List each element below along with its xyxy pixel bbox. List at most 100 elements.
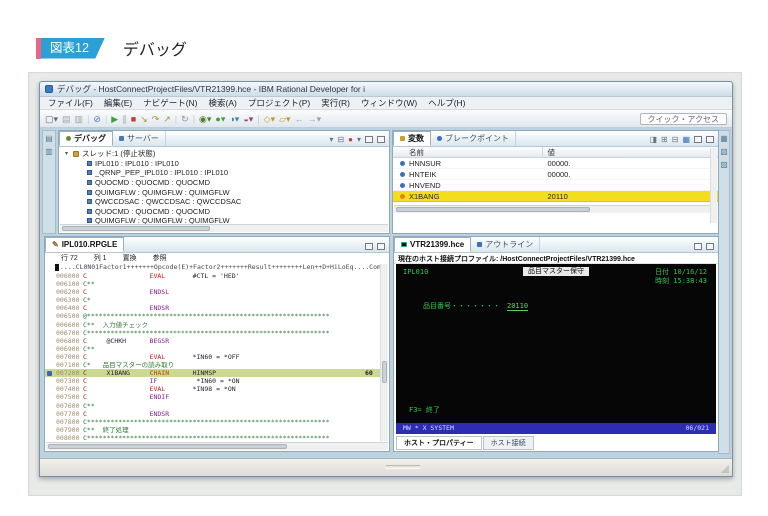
toolbar-separator[interactable]: | — [193, 111, 195, 127]
open-resource-button[interactable]: ▱▾ — [279, 111, 290, 127]
editor-line[interactable]: 006100 C** — [45, 280, 380, 288]
open-perspective-button[interactable]: ▦ — [720, 134, 728, 144]
variable-row[interactable]: HNVEND — [393, 180, 718, 191]
breakpoint-gutter[interactable] — [45, 434, 54, 442]
external-tools-menu-button[interactable]: ◑▾ — [229, 111, 239, 127]
expand-icon[interactable]: ▾ — [63, 150, 70, 157]
editor-line[interactable]: 006400 C ENDSR — [45, 304, 380, 312]
item-number-field[interactable]: 20110 — [507, 302, 528, 311]
terminate-button[interactable]: ■ — [131, 111, 136, 127]
terminate-all-button[interactable]: ● — [348, 135, 353, 144]
breakpoint-gutter[interactable] — [45, 361, 54, 369]
maximize-view-button[interactable] — [377, 136, 385, 143]
variable-row[interactable]: HNTEIK 00000. — [393, 169, 718, 180]
editor-line[interactable]: 007100 C* 品目マスターの読み取り — [45, 361, 380, 369]
tab-debug[interactable]: デバッグ — [59, 131, 113, 146]
breakpoint-gutter[interactable] — [45, 418, 54, 426]
stack-frame-row[interactable]: QUOCMD : QUOCMD : QUOCMD — [63, 207, 389, 217]
show-logical-structure-button[interactable]: ⊞ — [661, 135, 668, 144]
editor-line[interactable]: 007700 C ENDSR — [45, 410, 380, 418]
editor-line[interactable]: 006500 @********************************… — [45, 312, 380, 320]
editor-line[interactable]: 007200 C X1BANG CHAIN HINMSP 60 — [45, 369, 380, 377]
editor-line[interactable]: 007000 C EVAL *IN60 = *OFF — [45, 353, 380, 361]
view-menu-button[interactable]: ▾ — [357, 135, 361, 144]
toolbar-separator[interactable]: | — [105, 111, 107, 127]
breakpoint-gutter[interactable] — [45, 385, 54, 393]
editor-line[interactable]: 006600 C** 入力値チェック — [45, 321, 380, 329]
maximize-view-button[interactable] — [377, 243, 385, 250]
breakpoint-gutter[interactable] — [45, 321, 54, 329]
menu-item[interactable]: ヘルプ(H) — [428, 97, 465, 109]
host-bottom-tab[interactable]: ホスト・プロパティー — [396, 436, 482, 450]
editor-line[interactable]: 006200 C ENDSL — [45, 288, 380, 296]
menu-item[interactable]: ウィンドウ(W) — [361, 97, 417, 109]
editor-line[interactable]: 006800 C @CHKH BEGSR — [45, 337, 380, 345]
variables-horizontal-scrollbar[interactable] — [394, 205, 717, 213]
save-button[interactable]: ▤ — [62, 111, 71, 127]
print-button[interactable]: ▥ — [75, 111, 84, 127]
show-type-names-button[interactable]: ◨ — [649, 135, 657, 144]
coverage-menu-button[interactable]: ◒▾ — [243, 111, 253, 127]
collapse-all-button[interactable]: ⊟ — [337, 135, 344, 144]
stack-frame-row[interactable]: IPL010 : IPL010 : IPL010 — [63, 159, 389, 169]
editor-line[interactable]: 007800 C********************************… — [45, 418, 380, 426]
stack-frame-row[interactable]: QUIMGFLW : QUIMGFLW : QUIMGFLW — [63, 187, 389, 197]
breakpoint-gutter[interactable] — [45, 280, 54, 288]
restore-outline-view-button[interactable]: ▧ — [720, 147, 728, 157]
stack-frame-row[interactable]: QWCCDSAC : QWCCDSAC : QWCCDSAC — [63, 197, 389, 207]
editor-line[interactable]: 006700 C********************************… — [45, 329, 380, 337]
collapse-all-button[interactable]: ⊟ — [672, 135, 679, 144]
title-bar[interactable]: デバッグ - HostConnectProjectFiles/VTR21399.… — [40, 82, 732, 97]
quick-access-button[interactable]: クイック・アクセス — [640, 113, 727, 125]
breakpoint-gutter[interactable] — [45, 288, 54, 296]
stack-frame-row[interactable]: QUOCMD : QUOCMD : QUOCMD — [63, 178, 389, 188]
menu-item[interactable]: ファイル(F) — [48, 97, 93, 109]
suspend-button[interactable]: ∥ — [122, 111, 127, 127]
breakpoint-gutter[interactable] — [45, 272, 54, 280]
step-return-button[interactable]: ↗ — [163, 111, 171, 127]
variable-row[interactable]: X1BANG 20110 — [393, 191, 718, 202]
breakpoint-gutter[interactable] — [45, 353, 54, 361]
column-value[interactable]: 値 — [543, 147, 556, 158]
editor-vertical-scrollbar[interactable] — [380, 264, 388, 441]
restore-debug-view-button[interactable]: ▤ — [45, 134, 53, 144]
menu-item[interactable]: 編集(E) — [104, 97, 132, 109]
tab-servers[interactable]: サーバー — [113, 131, 166, 146]
editor-line[interactable]: 007300 C IF *IN60 = *ON — [45, 377, 380, 385]
breakpoint-gutter[interactable] — [45, 329, 54, 337]
breakpoint-gutter[interactable] — [45, 369, 54, 377]
editor-line[interactable]: 008000 C********************************… — [45, 434, 380, 442]
thread-row[interactable]: ▾ スレッド:1 (停止状態) — [63, 149, 389, 159]
open-type-button[interactable]: ◇▾ — [264, 111, 275, 127]
stack-frame-row[interactable]: _QRNP_PEP_IPL010 : IPL010 : IPL010 — [63, 168, 389, 178]
debug-horizontal-scrollbar[interactable] — [60, 224, 388, 232]
breakpoint-gutter[interactable] — [45, 296, 54, 304]
tab-outline[interactable]: アウトライン — [471, 237, 540, 252]
breakpoint-gutter[interactable] — [45, 337, 54, 345]
step-into-button[interactable]: ↘ — [140, 111, 148, 127]
terminal-screen[interactable]: IPL010 品目マスター保守 日付 10/16/12 時刻 15:38:43 … — [396, 264, 716, 434]
minimize-view-button[interactable] — [694, 136, 702, 143]
tab-breakpoints[interactable]: ブレークポイント — [431, 131, 516, 146]
minimize-view-button[interactable] — [694, 243, 702, 250]
breakpoint-gutter[interactable] — [45, 402, 54, 410]
breakpoint-gutter[interactable] — [45, 393, 54, 401]
host-bottom-tab[interactable]: ホスト接続 — [483, 436, 534, 450]
resize-handle[interactable] — [721, 465, 729, 473]
editor-line[interactable]: 006300 C* — [45, 296, 380, 304]
tab-variables[interactable]: 変数 — [393, 131, 431, 146]
new-wizard-button[interactable]: ▢▾ — [45, 111, 58, 127]
menu-item[interactable]: 検索(A) — [209, 97, 237, 109]
variables-vertical-scrollbar[interactable] — [710, 148, 717, 223]
variable-row[interactable]: HNNSUR 00000. — [393, 158, 718, 169]
breakpoint-gutter[interactable] — [45, 377, 54, 385]
editor-horizontal-scrollbar[interactable] — [46, 442, 388, 450]
breakpoint-gutter[interactable] — [45, 426, 54, 434]
breakpoint-gutter[interactable] — [45, 312, 54, 320]
minimize-view-button[interactable] — [365, 243, 373, 250]
debug-menu-button[interactable]: ◉▾ — [199, 111, 211, 127]
menu-item[interactable]: プロジェクト(P) — [248, 97, 310, 109]
run-menu-button[interactable]: ●▾ — [215, 111, 225, 127]
editor-line[interactable]: 007400 C EVAL *IN98 = *ON — [45, 385, 380, 393]
menu-item[interactable]: 実行(R) — [321, 97, 350, 109]
